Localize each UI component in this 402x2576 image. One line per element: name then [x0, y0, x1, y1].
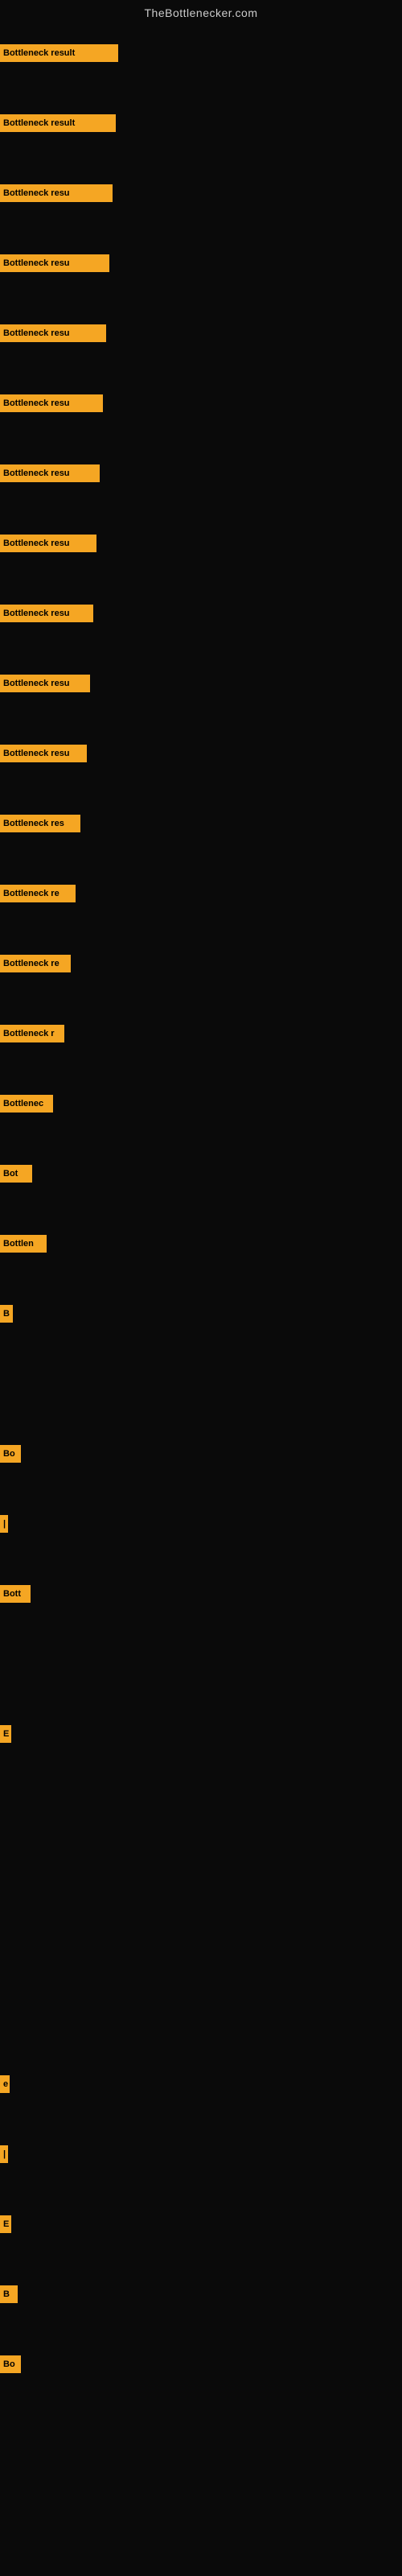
bottleneck-bar[interactable]: Bottleneck resu	[0, 675, 90, 692]
bottleneck-bar[interactable]: Bottleneck resu	[0, 535, 96, 552]
bottleneck-bar[interactable]: Bottleneck re	[0, 955, 71, 972]
bottleneck-bar[interactable]: Bott	[0, 1585, 31, 1603]
bottleneck-bar[interactable]: Bo	[0, 2355, 21, 2373]
site-title: TheBottlenecker.com	[0, 0, 402, 26]
bottleneck-bar[interactable]: Bottleneck r	[0, 1025, 64, 1042]
bottleneck-bar[interactable]: |	[0, 1515, 8, 1533]
bottleneck-bar[interactable]: e	[0, 2075, 10, 2093]
bottleneck-bar[interactable]: E	[0, 1725, 11, 1743]
bottleneck-bar[interactable]: Bottleneck resu	[0, 184, 113, 202]
bottleneck-bar[interactable]: Bottleneck res	[0, 815, 80, 832]
bottleneck-bar[interactable]: B	[0, 1305, 13, 1323]
bottleneck-bar[interactable]: Bottleneck result	[0, 114, 116, 132]
bottleneck-bar[interactable]: Bottleneck resu	[0, 464, 100, 482]
bottleneck-bar[interactable]: Bottleneck resu	[0, 254, 109, 272]
bottleneck-bar[interactable]: Bottleneck resu	[0, 324, 106, 342]
bottleneck-bar[interactable]: Bot	[0, 1165, 32, 1183]
bottleneck-bar[interactable]: Bottleneck re	[0, 885, 76, 902]
bottleneck-bar[interactable]: Bottleneck result	[0, 44, 118, 62]
bottleneck-bar[interactable]: |	[0, 2145, 8, 2163]
bottleneck-bar[interactable]: Bottleneck resu	[0, 745, 87, 762]
bottleneck-bar[interactable]: Bottlen	[0, 1235, 47, 1253]
bottleneck-bar[interactable]: E	[0, 2215, 11, 2233]
bottleneck-bar[interactable]: Bo	[0, 1445, 21, 1463]
bottleneck-bar[interactable]: Bottlenec	[0, 1095, 53, 1113]
bottleneck-bar[interactable]: Bottleneck resu	[0, 605, 93, 622]
bottleneck-bar[interactable]: Bottleneck resu	[0, 394, 103, 412]
bottleneck-bar[interactable]: B	[0, 2285, 18, 2303]
